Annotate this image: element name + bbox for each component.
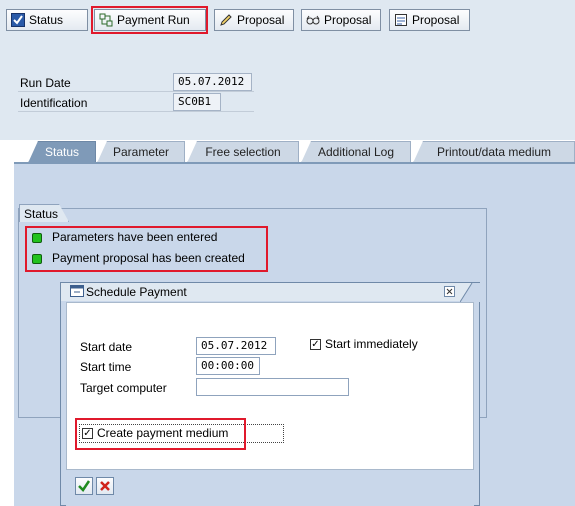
checkmark-icon	[78, 480, 91, 492]
tab-free-selection[interactable]: Free selection	[187, 141, 299, 163]
pencil-icon	[220, 14, 232, 26]
start-date-field[interactable]: 05.07.2012	[196, 337, 276, 355]
selection-header	[0, 40, 575, 140]
payment-run-highlight	[91, 6, 208, 34]
status-button[interactable]: Status	[6, 9, 88, 31]
confirm-button[interactable]	[75, 477, 93, 495]
tab-parameter[interactable]: Parameter	[97, 141, 185, 163]
tab-status[interactable]: Status	[28, 141, 96, 163]
identification-value[interactable]: SC0B1	[173, 93, 221, 111]
proposal-log-button[interactable]: Proposal	[389, 9, 470, 31]
glasses-icon	[306, 15, 320, 25]
status-icon	[11, 13, 25, 27]
start-date-label: Start date	[80, 340, 133, 354]
application-toolbar: Status Payment Run Proposal Proposal Pro…	[0, 0, 575, 40]
display-proposal-button[interactable]: Proposal	[301, 9, 381, 31]
target-computer-label: Target computer	[80, 381, 167, 395]
run-date-value[interactable]: 05.07.2012	[173, 73, 252, 91]
tab-additional-log[interactable]: Additional Log	[301, 141, 411, 163]
run-date-divider	[18, 91, 254, 92]
identification-label: Identification	[20, 96, 88, 110]
start-immediately-checkbox[interactable]: ✓	[310, 339, 321, 350]
edit-proposal-button[interactable]: Proposal	[214, 9, 294, 31]
cancel-x-icon	[100, 481, 110, 491]
display-proposal-button-label: Proposal	[324, 13, 372, 27]
dialog-window-icon	[70, 285, 84, 297]
start-immediately-label: Start immediately	[325, 337, 418, 351]
start-time-field[interactable]: 00:00:00	[196, 357, 260, 375]
target-computer-field[interactable]	[196, 378, 349, 396]
payment-medium-highlight	[75, 418, 246, 450]
run-date-label: Run Date	[20, 76, 71, 90]
dialog-footer	[66, 470, 474, 506]
identification-divider	[18, 111, 254, 112]
edit-proposal-button-label: Proposal	[237, 13, 285, 27]
status-button-label: Status	[29, 13, 64, 27]
close-icon[interactable]	[444, 286, 455, 297]
dialog-corner-tab	[460, 283, 480, 302]
log-icon	[395, 14, 407, 26]
start-time-label: Start time	[80, 360, 132, 374]
cancel-button[interactable]	[96, 477, 114, 495]
proposal-log-button-label: Proposal	[412, 13, 460, 27]
tab-printout-data-medium[interactable]: Printout/data medium	[413, 141, 575, 163]
dialog-title: Schedule Payment	[86, 285, 187, 299]
status-lines-highlight	[25, 226, 268, 272]
